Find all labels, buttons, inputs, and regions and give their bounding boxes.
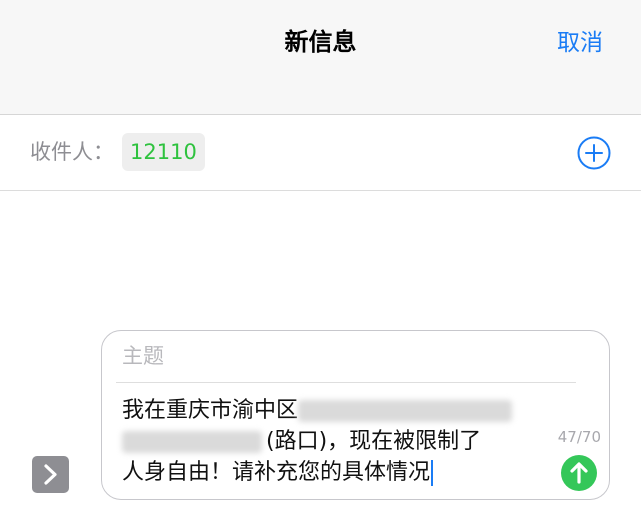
- message-line-1: 我在重庆市渝中区: [122, 395, 562, 426]
- compose-box: 主题 我在重庆市渝中区 (路口)，现在被限制了 人身自由！请补充您的具体情况 4…: [101, 330, 610, 500]
- cancel-button[interactable]: 取消: [557, 26, 603, 60]
- arrow-up-icon: [570, 462, 588, 484]
- navigation-bar: 新信息 取消: [0, 0, 641, 115]
- message-input[interactable]: 我在重庆市渝中区 (路口)，现在被限制了 人身自由！请补充您的具体情况: [122, 395, 562, 488]
- compose-divider: [116, 382, 576, 383]
- message-text-1: 我在重庆市渝中区: [122, 398, 299, 423]
- redacted-address: [298, 400, 513, 422]
- to-label: 收件人：: [30, 140, 114, 164]
- redacted-address: [122, 431, 262, 453]
- send-button[interactable]: [561, 455, 597, 491]
- page-title: 新信息: [284, 28, 357, 56]
- chevron-right-icon: [44, 464, 57, 485]
- add-recipient-button[interactable]: [577, 136, 611, 170]
- recipient-chip[interactable]: 12110: [122, 133, 205, 171]
- message-line-3: 人身自由！请补充您的具体情况: [122, 457, 562, 488]
- character-count: 47/70: [557, 428, 601, 446]
- text-cursor: [431, 460, 434, 486]
- recipient-row: 收件人： 12110: [0, 115, 641, 191]
- new-message-screen: 新信息 取消 收件人： 12110 主题 我在重庆市渝中区 (路口)，现在被限制…: [0, 0, 641, 531]
- message-text-3: 人身自由！请补充您的具体情况: [122, 460, 431, 485]
- expand-apps-button[interactable]: [32, 456, 69, 493]
- message-text-2: (路口)，现在被限制了: [266, 429, 482, 454]
- message-line-2: (路口)，现在被限制了: [122, 426, 562, 457]
- subject-field[interactable]: 主题: [122, 341, 164, 371]
- plus-circle-icon: [577, 136, 611, 170]
